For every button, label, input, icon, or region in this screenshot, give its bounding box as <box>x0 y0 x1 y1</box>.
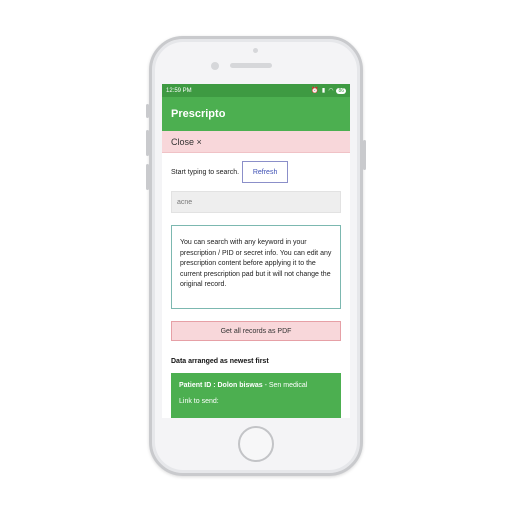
search-hint: Start typing to search. <box>171 168 240 176</box>
wifi-icon: ◠ <box>328 88 334 94</box>
close-button[interactable]: Close × <box>162 131 350 153</box>
phone-volume-up <box>146 130 149 156</box>
app-screen: 12:59 PM ⏰ ▮ ◠ 86 Prescripto Close × Sta… <box>162 84 350 418</box>
phone-volume-down <box>146 164 149 190</box>
info-box: You can search with any keyword in your … <box>171 225 341 309</box>
record-patient-suffix: - Sen medical <box>262 382 308 389</box>
alarm-icon: ⏰ <box>311 88 319 94</box>
signal-icon: ▮ <box>321 88 326 94</box>
battery-icon: 86 <box>336 87 346 94</box>
record-patient-id: Patient ID : Dolon biswas <box>179 382 263 389</box>
phone-side-button <box>146 104 149 118</box>
phone-camera <box>211 62 219 70</box>
record-patient-line: Patient ID : Dolon biswas - Sen medical <box>179 382 333 389</box>
close-label: Close × <box>171 136 202 147</box>
app-bar: Prescripto <box>162 97 350 131</box>
record-card[interactable]: Patient ID : Dolon biswas - Sen medical … <box>171 373 341 418</box>
status-icons: ⏰ ▮ ◠ 86 <box>311 87 346 94</box>
phone-power-button <box>363 140 366 170</box>
search-row: Start typing to search. Refresh <box>171 161 350 183</box>
section-title: Data arranged as newest first <box>171 358 269 365</box>
status-bar: 12:59 PM ⏰ ▮ ◠ 86 <box>162 84 350 97</box>
phone-sensor <box>253 48 258 53</box>
app-title: Prescripto <box>171 108 226 120</box>
get-records-pdf-button[interactable]: Get all records as PDF <box>171 321 341 341</box>
refresh-button[interactable]: Refresh <box>242 161 289 183</box>
record-link-label: Link to send: <box>179 398 219 405</box>
status-time: 12:59 PM <box>166 87 192 94</box>
home-button[interactable] <box>238 426 274 462</box>
search-input[interactable] <box>171 191 341 213</box>
info-text: You can search with any keyword in your … <box>180 239 332 288</box>
phone-earpiece <box>230 63 272 68</box>
